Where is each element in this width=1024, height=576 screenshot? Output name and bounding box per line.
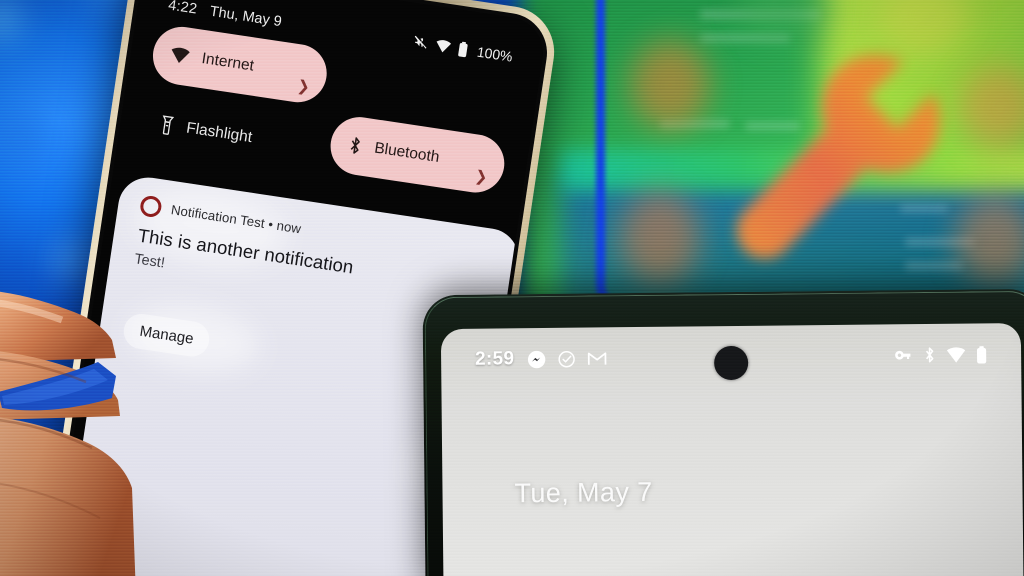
battery-icon	[976, 345, 987, 364]
wifi-icon	[946, 346, 966, 363]
mute-icon	[412, 34, 430, 52]
screenshot-stage: 4:22 Thu, May 9 100% Internet ❯ Flashlig…	[0, 0, 1024, 576]
chevron-right-icon[interactable]: ❯	[296, 77, 311, 96]
flashlight-icon	[158, 114, 176, 136]
bluetooth-icon	[346, 135, 364, 157]
wifi-icon	[169, 44, 192, 67]
quick-tile-label: Flashlight	[185, 119, 254, 147]
quick-tile-flashlight[interactable]: Flashlight	[139, 93, 321, 176]
bluetooth-icon	[923, 346, 936, 364]
vpn-key-icon	[894, 349, 913, 362]
lockscreen-date: Tue, May 7	[514, 476, 653, 509]
status-system-icons: 100%	[412, 34, 514, 65]
tasks-check-icon	[557, 349, 576, 368]
battery-icon	[457, 41, 469, 58]
chevron-right-icon[interactable]: ❯	[474, 168, 489, 187]
quick-tile-label: Bluetooth	[373, 139, 441, 166]
phone-front-device: 2:59 Tue, May 7	[422, 288, 1024, 576]
quick-tile-label: Internet	[200, 49, 256, 75]
gmail-icon	[587, 350, 607, 366]
status-clock-phone2: 2:59	[475, 348, 515, 370]
circle-outline-icon	[138, 194, 163, 219]
background-screen-border	[596, 0, 1024, 311]
status-date: Thu, May 9	[208, 3, 283, 31]
status-notification-icons	[527, 349, 607, 369]
status-clock: 4:22	[167, 0, 199, 18]
messenger-icon	[527, 349, 546, 368]
battery-percent: 100%	[475, 43, 514, 65]
status-spacer	[282, 22, 413, 42]
status-system-icons-phone2	[894, 345, 987, 365]
punch-hole-camera	[713, 345, 749, 381]
phone-front-screen: 2:59 Tue, May 7	[440, 322, 1024, 576]
hand-holding-phone	[0, 248, 240, 576]
wifi-icon	[434, 38, 452, 54]
